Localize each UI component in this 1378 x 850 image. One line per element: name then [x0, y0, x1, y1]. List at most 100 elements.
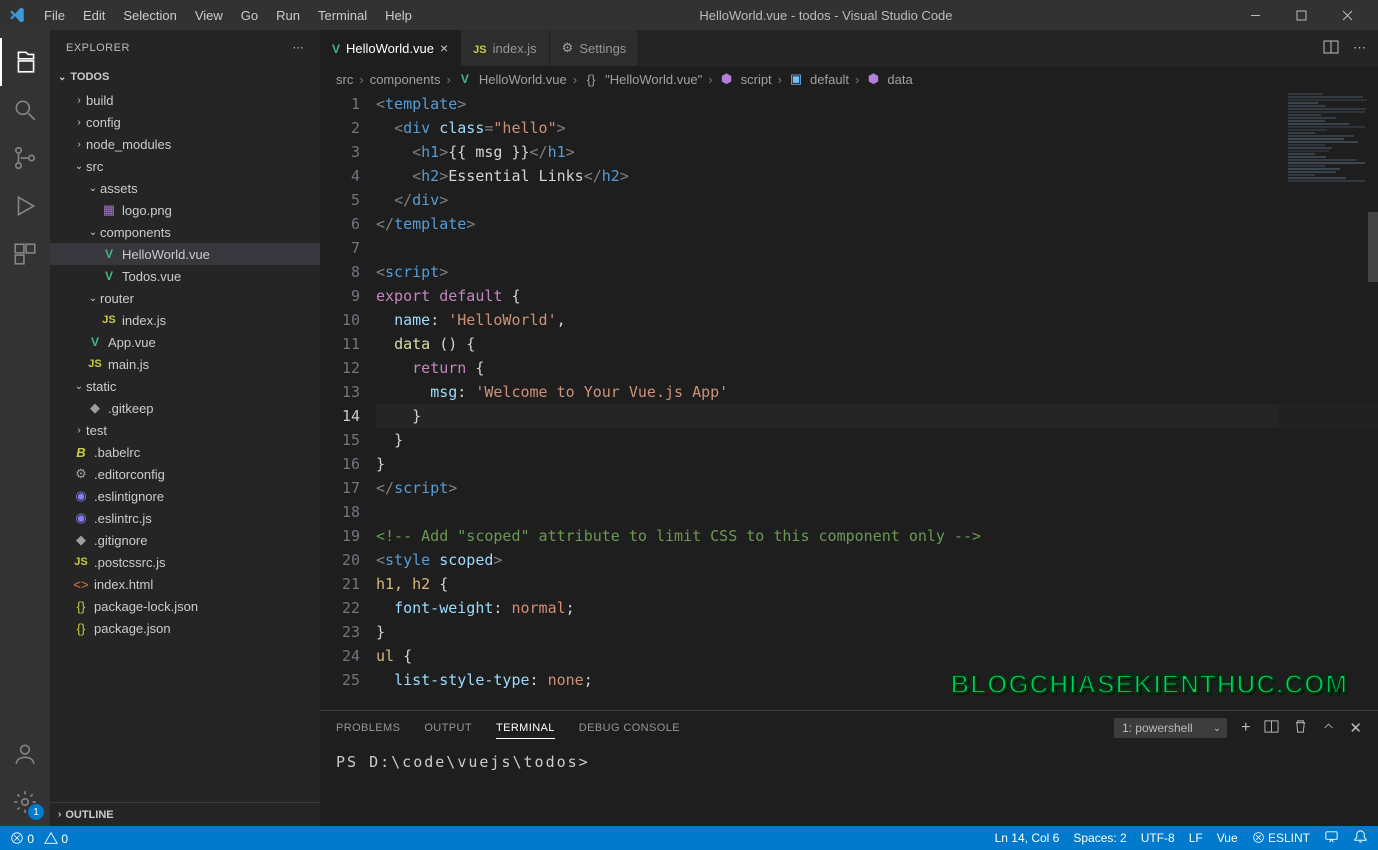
minimap[interactable]	[1278, 92, 1378, 710]
code-line[interactable]: 24ul {	[320, 644, 1378, 668]
status-errors[interactable]: 0	[10, 831, 34, 846]
activity-accounts[interactable]	[0, 730, 50, 778]
kill-terminal-icon[interactable]	[1293, 719, 1308, 737]
menu-go[interactable]: Go	[233, 4, 266, 27]
status-cursor[interactable]: Ln 14, Col 6	[995, 831, 1060, 845]
activity-explorer[interactable]	[0, 38, 50, 86]
split-editor-icon[interactable]	[1323, 39, 1339, 58]
status-bell-icon[interactable]	[1353, 829, 1368, 847]
activity-source-control[interactable]	[0, 134, 50, 182]
terminal-shell-select[interactable]: 1: powershell ⌄	[1114, 718, 1227, 738]
activity-debug[interactable]	[0, 182, 50, 230]
code-line[interactable]: 11 data () {	[320, 332, 1378, 356]
breadcrumb[interactable]: src›components›VHelloWorld.vue›{}"HelloW…	[320, 66, 1378, 92]
menu-view[interactable]: View	[187, 4, 231, 27]
panel-tab-problems[interactable]: PROBLEMS	[336, 718, 400, 739]
menu-help[interactable]: Help	[377, 4, 420, 27]
tree-file[interactable]: B.babelrc	[50, 441, 320, 463]
code-line[interactable]: 17</script>	[320, 476, 1378, 500]
status-encoding[interactable]: UTF-8	[1141, 831, 1175, 845]
scrollbar-thumb[interactable]	[1368, 212, 1378, 282]
panel-tab-terminal[interactable]: TERMINAL	[496, 718, 555, 739]
activity-settings[interactable]: 1	[0, 778, 50, 826]
menu-run[interactable]: Run	[268, 4, 308, 27]
code-line[interactable]: 14 }	[320, 404, 1378, 428]
tree-folder[interactable]: ⌄src	[50, 155, 320, 177]
tree-file[interactable]: VApp.vue	[50, 331, 320, 353]
code-editor[interactable]: 1<template>2 <div class="hello">3 <h1>{{…	[320, 92, 1378, 710]
status-eol[interactable]: LF	[1189, 831, 1203, 845]
code-line[interactable]: 23}	[320, 620, 1378, 644]
maximize-panel-icon[interactable]	[1322, 720, 1335, 736]
code-line[interactable]: 4 <h2>Essential Links</h2>	[320, 164, 1378, 188]
breadcrumb-item[interactable]: src	[336, 72, 353, 87]
tree-folder[interactable]: ›build	[50, 89, 320, 111]
panel-tab-output[interactable]: OUTPUT	[424, 718, 472, 739]
menu-terminal[interactable]: Terminal	[310, 4, 375, 27]
new-terminal-icon[interactable]: +	[1241, 719, 1250, 737]
tree-folder[interactable]: ›config	[50, 111, 320, 133]
code-line[interactable]: 13 msg: 'Welcome to Your Vue.js App'	[320, 380, 1378, 404]
tree-file[interactable]: <>index.html	[50, 573, 320, 595]
tree-file[interactable]: VTodos.vue	[50, 265, 320, 287]
tree-file[interactable]: JS.postcssrc.js	[50, 551, 320, 573]
code-line[interactable]: 22 font-weight: normal;	[320, 596, 1378, 620]
terminal-body[interactable]: PS D:\code\vuejs\todos>	[320, 745, 1378, 826]
tab-more-icon[interactable]: ⋯	[1353, 40, 1366, 56]
breadcrumb-item[interactable]: "HelloWorld.vue"	[605, 72, 702, 87]
close-button[interactable]	[1324, 0, 1370, 30]
tree-folder[interactable]: ›test	[50, 419, 320, 441]
code-line[interactable]: 2 <div class="hello">	[320, 116, 1378, 140]
tree-file[interactable]: {}package.json	[50, 617, 320, 639]
tree-file[interactable]: ◉.eslintrc.js	[50, 507, 320, 529]
close-tab-icon[interactable]: ×	[440, 40, 448, 56]
status-eslint[interactable]: ESLINT	[1252, 831, 1310, 845]
tree-file[interactable]: {}package-lock.json	[50, 595, 320, 617]
menu-edit[interactable]: Edit	[75, 4, 113, 27]
minimize-button[interactable]	[1232, 0, 1278, 30]
status-language[interactable]: Vue	[1217, 831, 1238, 845]
explorer-more-icon[interactable]: ⋯	[293, 41, 305, 54]
tree-folder[interactable]: ⌄router	[50, 287, 320, 309]
code-line[interactable]: 21h1, h2 {	[320, 572, 1378, 596]
code-line[interactable]: 9export default {	[320, 284, 1378, 308]
breadcrumb-item[interactable]: HelloWorld.vue	[479, 72, 567, 87]
tree-file[interactable]: ⚙.editorconfig	[50, 463, 320, 485]
tree-file[interactable]: JSmain.js	[50, 353, 320, 375]
code-line[interactable]: 10 name: 'HelloWorld',	[320, 308, 1378, 332]
explorer-root[interactable]: ⌄ TODOS	[50, 65, 320, 89]
editor-tab[interactable]: JSindex.js	[461, 30, 550, 66]
code-line[interactable]: 16}	[320, 452, 1378, 476]
editor-tab[interactable]: VHelloWorld.vue×	[320, 30, 461, 66]
breadcrumb-item[interactable]: default	[810, 72, 849, 87]
code-line[interactable]: 18	[320, 500, 1378, 524]
menu-selection[interactable]: Selection	[115, 4, 184, 27]
code-line[interactable]: 25 list-style-type: none;	[320, 668, 1378, 692]
code-line[interactable]: 1<template>	[320, 92, 1378, 116]
tree-folder[interactable]: ⌄components	[50, 221, 320, 243]
close-panel-icon[interactable]: ✕	[1349, 719, 1362, 737]
menu-file[interactable]: File	[36, 4, 73, 27]
breadcrumb-item[interactable]: components	[370, 72, 441, 87]
code-line[interactable]: 20<style scoped>	[320, 548, 1378, 572]
code-line[interactable]: 19<!-- Add "scoped" attribute to limit C…	[320, 524, 1378, 548]
tree-folder[interactable]: ⌄assets	[50, 177, 320, 199]
status-feedback-icon[interactable]	[1324, 829, 1339, 847]
activity-extensions[interactable]	[0, 230, 50, 278]
breadcrumb-item[interactable]: data	[887, 72, 912, 87]
code-line[interactable]: 12 return {	[320, 356, 1378, 380]
code-line[interactable]: 7	[320, 236, 1378, 260]
status-indent[interactable]: Spaces: 2	[1073, 831, 1126, 845]
maximize-button[interactable]	[1278, 0, 1324, 30]
activity-search[interactable]	[0, 86, 50, 134]
tree-folder[interactable]: ⌄static	[50, 375, 320, 397]
code-line[interactable]: 5 </div>	[320, 188, 1378, 212]
tree-file[interactable]: ◆.gitignore	[50, 529, 320, 551]
outline-section[interactable]: › OUTLINE	[50, 802, 320, 826]
panel-tab-debug-console[interactable]: DEBUG CONSOLE	[579, 718, 680, 739]
code-line[interactable]: 6</template>	[320, 212, 1378, 236]
tree-file[interactable]: ◆.gitkeep	[50, 397, 320, 419]
tree-file[interactable]: JSindex.js	[50, 309, 320, 331]
code-line[interactable]: 8<script>	[320, 260, 1378, 284]
status-warnings[interactable]: 0	[44, 831, 68, 846]
